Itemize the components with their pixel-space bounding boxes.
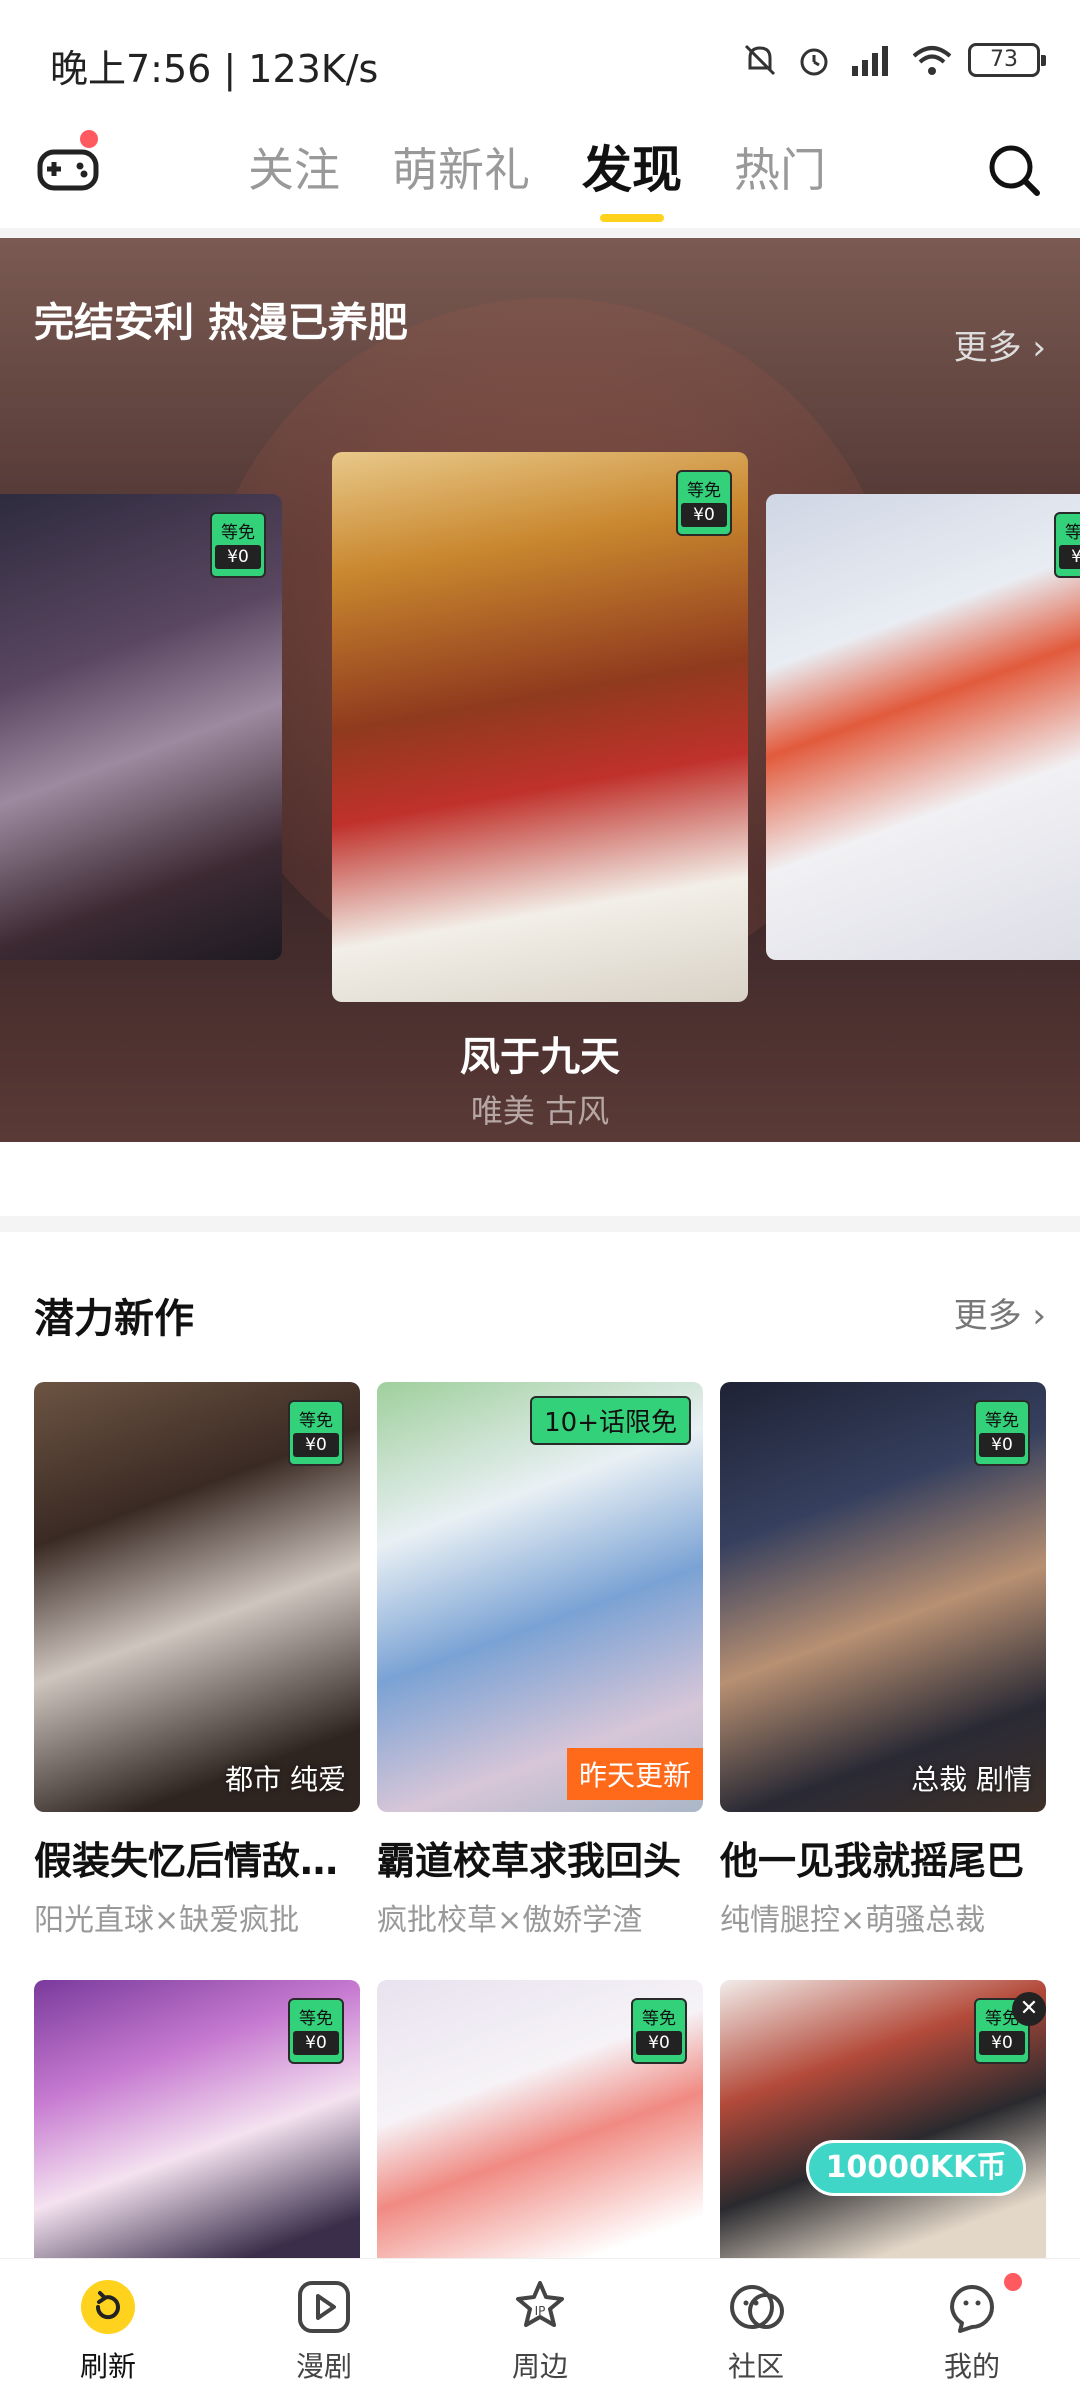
comic-cover-featured[interactable]: 等免 ¥0	[332, 452, 748, 1002]
tab-newbie-gift[interactable]: 萌新礼	[392, 130, 530, 210]
comic-cover[interactable]: 等免 ¥0	[377, 1980, 703, 2280]
alarm-icon	[800, 48, 828, 76]
comic-subtitle: 疯批校草×傲娇学渣	[377, 1903, 643, 1938]
comic-subtitle: 纯情腿控×萌骚总裁	[720, 1903, 986, 1938]
profile-icon	[950, 2285, 994, 2333]
search-icon[interactable]	[984, 140, 1044, 200]
top-tabs: 关注 萌新礼 发现 热门	[248, 130, 826, 222]
tab-hot[interactable]: 热门	[734, 130, 826, 210]
tab-follow[interactable]: 关注	[248, 130, 340, 210]
free-badge: 等免¥0	[1054, 512, 1080, 578]
bottom-nav: 刷新 漫剧 IP 周边 社区 我的	[0, 2258, 1080, 2400]
genre-tag: 都市 纯爱	[225, 1763, 346, 1796]
comic-card[interactable]: 等免 ¥0 10000KK币 ✕	[720, 1980, 1046, 2280]
nav-comic-drama[interactable]: 漫剧	[216, 2259, 432, 2400]
genre-tag: 总裁 剧情	[911, 1763, 1032, 1796]
section-more-link[interactable]: 更多 ›	[954, 1288, 1046, 1337]
comic-title[interactable]: 霸道校草求我回头	[377, 1830, 703, 1885]
featured-banner: 完结安利 热漫已养肥 更多 › 等免¥0 等免¥0 等免¥0 凤于九天 唯美 古…	[0, 238, 1080, 1142]
free-badge: 等免¥0	[676, 470, 732, 536]
comic-card[interactable]: 10+话限免 昨天更新 霸道校草求我回头 疯批校草×傲娇学渣	[377, 1382, 703, 1939]
status-bar: 晚上7:56 | 123K/s 73	[0, 0, 1080, 120]
update-flag: 昨天更新	[566, 1748, 703, 1800]
svg-text:IP: IP	[535, 2304, 546, 2318]
nav-me[interactable]: 我的	[864, 2259, 1080, 2400]
signal-icon	[852, 46, 888, 76]
nav-refresh[interactable]: 刷新	[0, 2259, 216, 2400]
comic-cover[interactable]: 等免 ¥0 都市 纯爱	[34, 1382, 360, 1812]
ip-merch-icon: IP	[516, 2281, 564, 2327]
comic-cover-right[interactable]: 等免¥0	[766, 494, 1080, 960]
featured-comic-tags: 唯美 古风	[470, 1092, 610, 1130]
status-icons: 73	[740, 40, 1046, 80]
nav-label: 我的	[943, 2350, 1000, 2383]
top-nav: 关注 萌新礼 发现 热门	[0, 120, 1080, 228]
play-icon	[298, 2281, 350, 2333]
comic-title[interactable]: 假装失忆后情敌…	[34, 1830, 360, 1885]
refresh-icon	[81, 2280, 135, 2334]
free-badge: 等免¥0	[210, 512, 266, 578]
comic-cover[interactable]: 10+话限免 昨天更新	[377, 1382, 703, 1812]
tab-discover[interactable]: 发现	[582, 130, 682, 222]
comic-card[interactable]: 等免 ¥0 都市 纯爱 假装失忆后情敌… 阳光直球×缺爱疯批	[34, 1382, 360, 1939]
kk-coin-promo[interactable]: 10000KK币	[806, 2140, 1026, 2196]
comic-cover[interactable]: 等免 ¥0 10000KK币	[720, 1980, 1046, 2280]
comic-card[interactable]: 等免 ¥0	[377, 1980, 703, 2280]
notification-dot	[1004, 2273, 1022, 2291]
status-time: 晚上7:56 | 123K/s	[50, 47, 379, 91]
free-badge: 等免¥0	[974, 1400, 1030, 1466]
banner-more-link[interactable]: 更多 ›	[954, 320, 1046, 369]
comic-cover[interactable]: 等免 ¥0	[34, 1980, 360, 2280]
nav-label: 周边	[511, 2350, 568, 2383]
nav-label: 刷新	[79, 2350, 136, 2383]
nav-label: 社区	[727, 2350, 784, 2383]
free-badge: 等免¥0	[288, 1400, 344, 1466]
comic-cover-left[interactable]: 等免 ¥0	[0, 494, 282, 960]
notification-dot	[80, 130, 98, 148]
close-promo-icon[interactable]: ✕	[1012, 1992, 1046, 2026]
comic-cover[interactable]: 等免 ¥0 总裁 剧情	[720, 1382, 1046, 1812]
featured-comic-title[interactable]: 凤于九天	[0, 1024, 1080, 1082]
wifi-icon	[912, 46, 952, 75]
community-icon	[730, 2285, 784, 2329]
nav-community[interactable]: 社区	[648, 2259, 864, 2400]
bell-muted-icon	[744, 44, 776, 76]
section-title: 潜力新作	[34, 1296, 194, 1342]
nav-label: 漫剧	[295, 2350, 352, 2383]
nav-merch[interactable]: IP 周边	[432, 2259, 648, 2400]
banner-title: 完结安利 热漫已养肥	[34, 300, 408, 346]
comic-subtitle: 阳光直球×缺爱疯批	[34, 1903, 300, 1938]
free-badge: 等免¥0	[631, 1998, 687, 2064]
divider	[0, 228, 1080, 238]
battery-icon: 73	[968, 43, 1046, 77]
divider	[0, 1216, 1080, 1232]
free-badge: 等免¥0	[288, 1998, 344, 2064]
comic-card[interactable]: 等免 ¥0	[34, 1980, 360, 2280]
limited-free-ribbon: 10+话限免	[530, 1396, 691, 1445]
comic-card[interactable]: 等免 ¥0 总裁 剧情 他一见我就摇尾巴 纯情腿控×萌骚总裁	[720, 1382, 1046, 1939]
comic-title[interactable]: 他一见我就摇尾巴	[720, 1830, 1046, 1885]
